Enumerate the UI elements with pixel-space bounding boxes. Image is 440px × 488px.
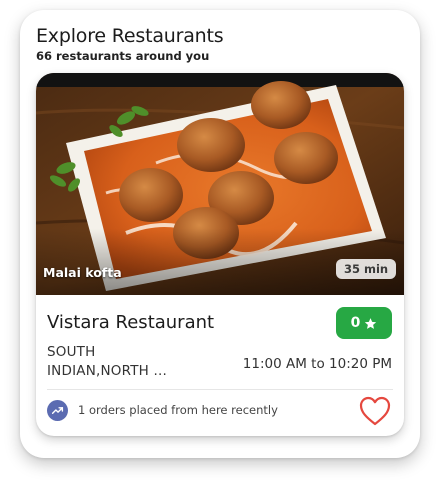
cuisine-line-1: SOUTH — [47, 344, 96, 360]
trending-up-icon — [47, 400, 68, 421]
restaurant-card[interactable]: Malai kofta 35 min Vistara Restaurant 0 … — [36, 73, 404, 436]
restaurant-name[interactable]: Vistara Restaurant — [47, 312, 214, 333]
divider — [47, 389, 393, 390]
explore-restaurants-card: Explore Restaurants 66 restaurants aroun… — [20, 10, 420, 458]
heart-outline-icon — [359, 396, 391, 426]
restaurant-count: 66 restaurants around you — [36, 49, 210, 63]
page-title: Explore Restaurants — [36, 25, 224, 47]
recent-orders-note: 1 orders placed from here recently — [78, 403, 278, 417]
star-icon — [365, 317, 377, 329]
cuisine-line-2: INDIAN,NORTH ... — [47, 363, 167, 379]
rating-value: 0 — [350, 315, 361, 331]
rating-badge: 0 — [336, 307, 392, 339]
delivery-time-badge: 35 min — [336, 259, 397, 279]
favorite-button[interactable] — [358, 395, 392, 427]
opening-hours: 11:00 AM to 10:20 PM — [242, 356, 392, 372]
cuisine-list: SOUTH INDIAN,NORTH ... — [47, 343, 197, 381]
dish-name-label: Malai kofta — [43, 265, 122, 280]
